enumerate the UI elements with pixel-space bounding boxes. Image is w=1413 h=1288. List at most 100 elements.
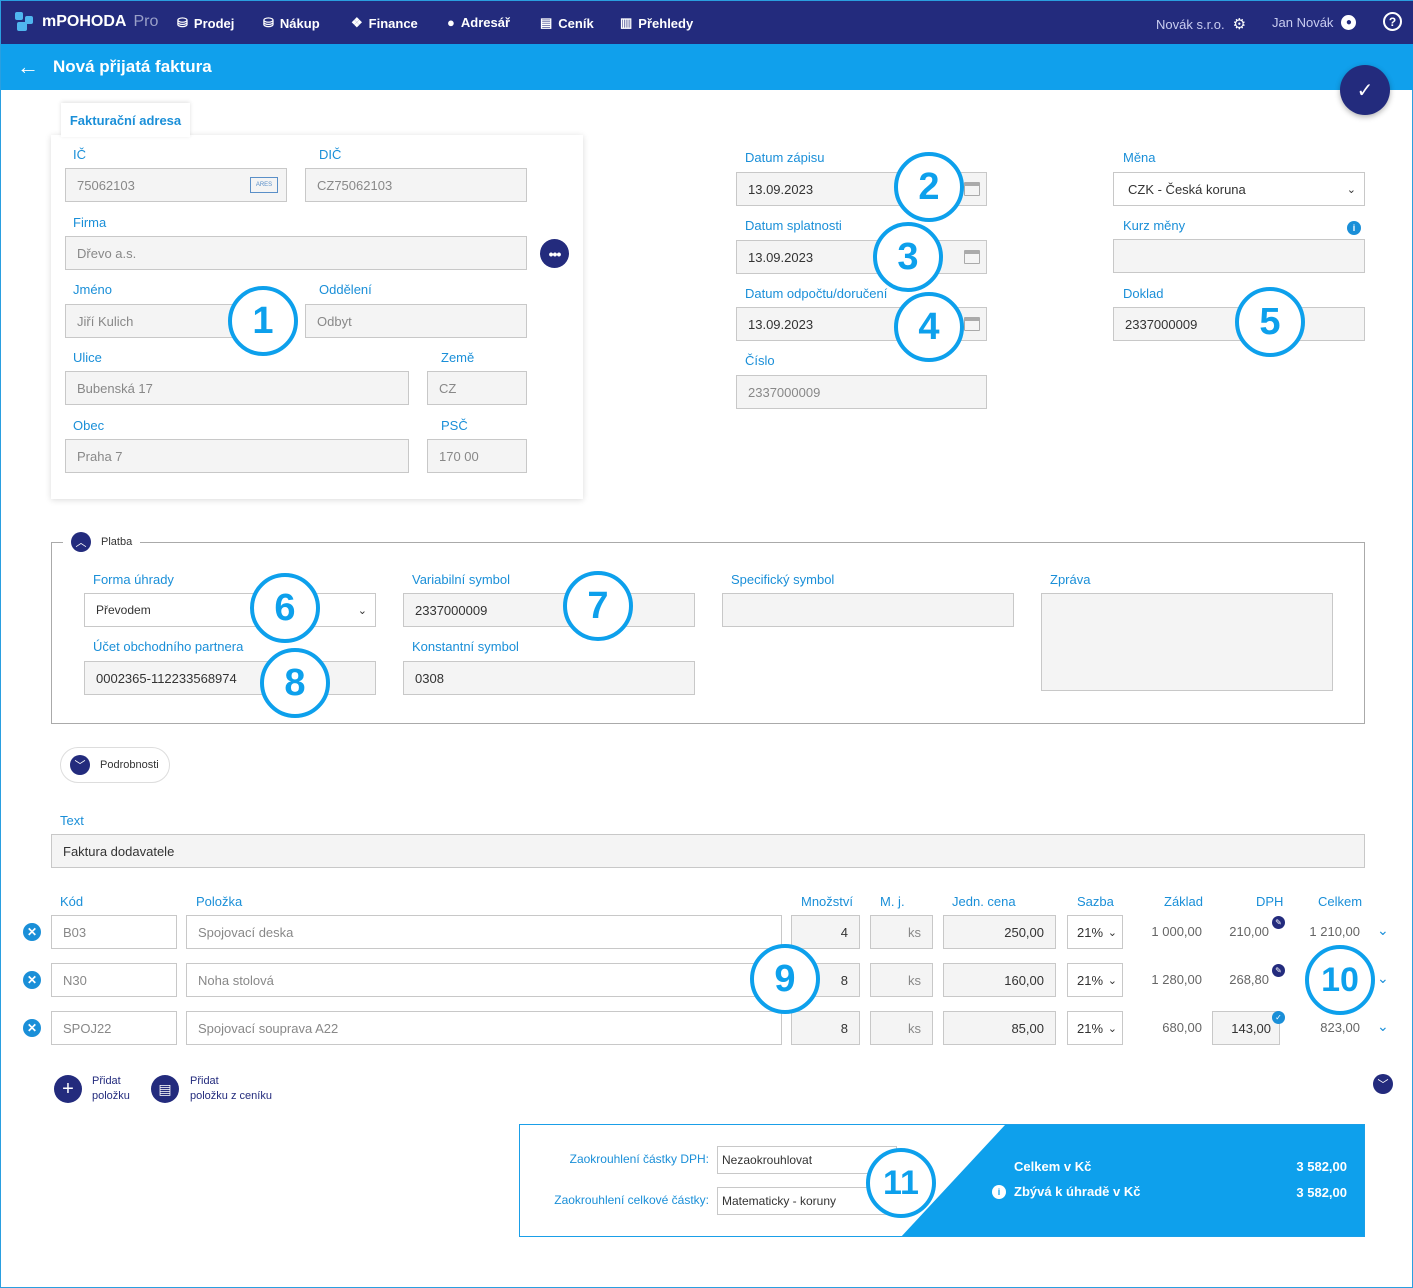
cislo-field[interactable]: 2337000009 [736, 375, 987, 409]
ic-label: IČ [73, 147, 86, 162]
more-options-button[interactable]: ••• [540, 239, 569, 268]
row-sazba-select[interactable]: 21% ⌄ [1067, 963, 1123, 997]
top-navigation-bar: mPOHODA Pro ⛁ Prodej ⛁ Nákup ❖ Finance ● Adr… [1, 1, 1413, 44]
nav-item-nakup[interactable]: ⛁ Nákup [263, 15, 320, 31]
row-polozka-field[interactable]: Spojovací deska [186, 915, 782, 949]
user-menu[interactable]: Jan Novák ● [1272, 15, 1357, 30]
nav-item-adresar[interactable]: ● Adresář [447, 15, 510, 30]
chevron-down-icon: ⌄ [1107, 927, 1117, 939]
add-pricelist-label-2: položku z ceníku [190, 1090, 272, 1102]
add-item-label-2: položku [92, 1090, 130, 1102]
row-dph-field[interactable]: 143,00 [1212, 1011, 1280, 1045]
firma-field[interactable]: Dřevo a.s. [65, 236, 527, 270]
row-cena-field[interactable]: 250,00 [943, 915, 1056, 949]
row-cena-field[interactable]: 160,00 [943, 963, 1056, 997]
ucet-label: Účet obchodního partnera [93, 639, 244, 654]
info-icon[interactable]: i [992, 1185, 1006, 1199]
edit-dph-icon[interactable]: ✎ [1272, 964, 1285, 977]
nav-item-prehledy[interactable]: ▥ Přehledy [620, 15, 693, 31]
help-icon[interactable]: ? [1383, 12, 1402, 31]
kurz-label: Kurz měny [1123, 218, 1186, 233]
vs-field[interactable]: 2337000009 [403, 593, 695, 627]
user-name: Jan Novák [1272, 15, 1334, 30]
callout-marker: 11 [866, 1148, 936, 1218]
podrobnosti-toggle[interactable]: ﹀ Podrobnosti [60, 747, 170, 783]
text-field[interactable]: Faktura dodavatele [51, 834, 1365, 868]
remove-row-icon[interactable]: ✕ [23, 923, 41, 941]
nav-item-finance[interactable]: ❖ Finance [351, 15, 418, 31]
psc-label: PSČ [441, 418, 468, 433]
mena-select[interactable]: CZK - Česká koruna ⌄ [1113, 172, 1365, 206]
expand-all-chevron-icon[interactable]: ﹀ [1373, 1074, 1393, 1094]
platba-toggle[interactable]: ︿ Platba [63, 532, 141, 552]
save-button[interactable]: ✓ [1340, 65, 1390, 115]
pohoda-logo-icon [15, 12, 35, 32]
app-logo[interactable]: mPOHODA Pro [15, 12, 158, 32]
remove-row-icon[interactable]: ✕ [23, 971, 41, 989]
callout-marker: 8 [260, 648, 330, 718]
row-expand-chevron-icon[interactable]: ⌄ [1377, 922, 1389, 939]
row-cena-field[interactable]: 85,00 [943, 1011, 1056, 1045]
add-from-pricelist-button[interactable]: ▤ Přidat položku z ceníku [151, 1074, 272, 1104]
row-mnozstvi-field[interactable]: 4 [791, 915, 860, 949]
celkem-value: 3 582,00 [1296, 1159, 1347, 1174]
calendar-icon[interactable] [964, 250, 980, 264]
forma-uhrady-select[interactable]: Převodem ⌄ [84, 593, 376, 627]
zprava-textarea[interactable] [1041, 593, 1333, 691]
oddeleni-field[interactable]: Odbyt [305, 304, 527, 338]
ulice-field[interactable]: Bubenská 17 [65, 371, 409, 405]
callout-marker: 6 [250, 573, 320, 643]
row-polozka-field[interactable]: Noha stolová [186, 963, 782, 997]
row-mj-field[interactable]: ks [870, 915, 933, 949]
forma-uhrady-label: Forma úhrady [93, 572, 174, 587]
round-total-label: Zaokrouhlení celkové částky: [554, 1193, 709, 1207]
chevron-down-icon: ⌄ [1346, 184, 1356, 196]
callout-marker: 2 [894, 152, 964, 222]
row-sazba-select[interactable]: 21% ⌄ [1067, 915, 1123, 949]
psc-field[interactable]: 170 00 [427, 439, 527, 473]
info-icon[interactable]: i [1347, 221, 1361, 235]
row-kod-field[interactable]: SPOJ22 [51, 1011, 177, 1045]
ic-field[interactable]: 75062103 ARES [65, 168, 287, 202]
obec-field[interactable]: Praha 7 [65, 439, 409, 473]
callout-marker: 10 [1305, 945, 1375, 1015]
row-sazba-value: 21% [1077, 1020, 1104, 1036]
calendar-icon[interactable] [964, 317, 980, 331]
remove-row-icon[interactable]: ✕ [23, 1019, 41, 1037]
ss-label: Specifický symbol [731, 572, 835, 587]
row-mj-field[interactable]: ks [870, 963, 933, 997]
row-mj-field[interactable]: ks [870, 1011, 933, 1045]
row-kod-field[interactable]: N30 [51, 963, 177, 997]
ucet-field[interactable]: 0002365-112233568974 [84, 661, 376, 695]
row-dph: 210,00 [1229, 924, 1269, 939]
nav-item-cenik[interactable]: ▤ Ceník [540, 15, 594, 31]
col-header-zaklad: Základ [1164, 894, 1204, 909]
plus-icon: + [54, 1075, 82, 1103]
row-expand-chevron-icon[interactable]: ⌄ [1377, 1018, 1389, 1035]
ss-field[interactable] [722, 593, 1014, 627]
row-kod-field[interactable]: B03 [51, 915, 177, 949]
dic-field[interactable]: CZ75062103 [305, 168, 527, 202]
edit-dph-icon[interactable]: ✎ [1272, 916, 1285, 929]
ks-field[interactable]: 0308 [403, 661, 695, 695]
row-polozka-field[interactable]: Spojovací souprava A22 [186, 1011, 782, 1045]
row-sazba-select[interactable]: 21% ⌄ [1067, 1011, 1123, 1045]
pricelist-icon: ▤ [540, 15, 553, 30]
kurz-field[interactable] [1113, 239, 1365, 273]
row-mnozstvi-field[interactable]: 8 [791, 1011, 860, 1045]
back-arrow-icon[interactable]: ← [17, 54, 39, 80]
company-switcher[interactable]: Novák s.r.o. ⚙ [1156, 15, 1246, 33]
calendar-icon[interactable] [964, 182, 980, 196]
zprava-label: Zpráva [1050, 572, 1091, 587]
add-item-button[interactable]: + Přidat položku [54, 1074, 130, 1104]
zeme-field[interactable]: CZ [427, 371, 527, 405]
clipboard-icon: ▤ [151, 1075, 179, 1103]
confirm-dph-icon[interactable]: ✓ [1272, 1011, 1285, 1024]
nav-item-prodej[interactable]: ⛁ Prodej [177, 15, 234, 31]
purchase-icon: ⛁ [263, 15, 274, 30]
datum-splatnosti-field[interactable]: 13.09.2023 [736, 240, 987, 274]
tab-billing-address[interactable]: Fakturační adresa [61, 103, 190, 137]
ares-lookup-icon[interactable]: ARES [250, 177, 278, 193]
col-header-sazba: Sazba [1077, 894, 1114, 909]
row-expand-chevron-icon[interactable]: ⌄ [1377, 970, 1389, 987]
